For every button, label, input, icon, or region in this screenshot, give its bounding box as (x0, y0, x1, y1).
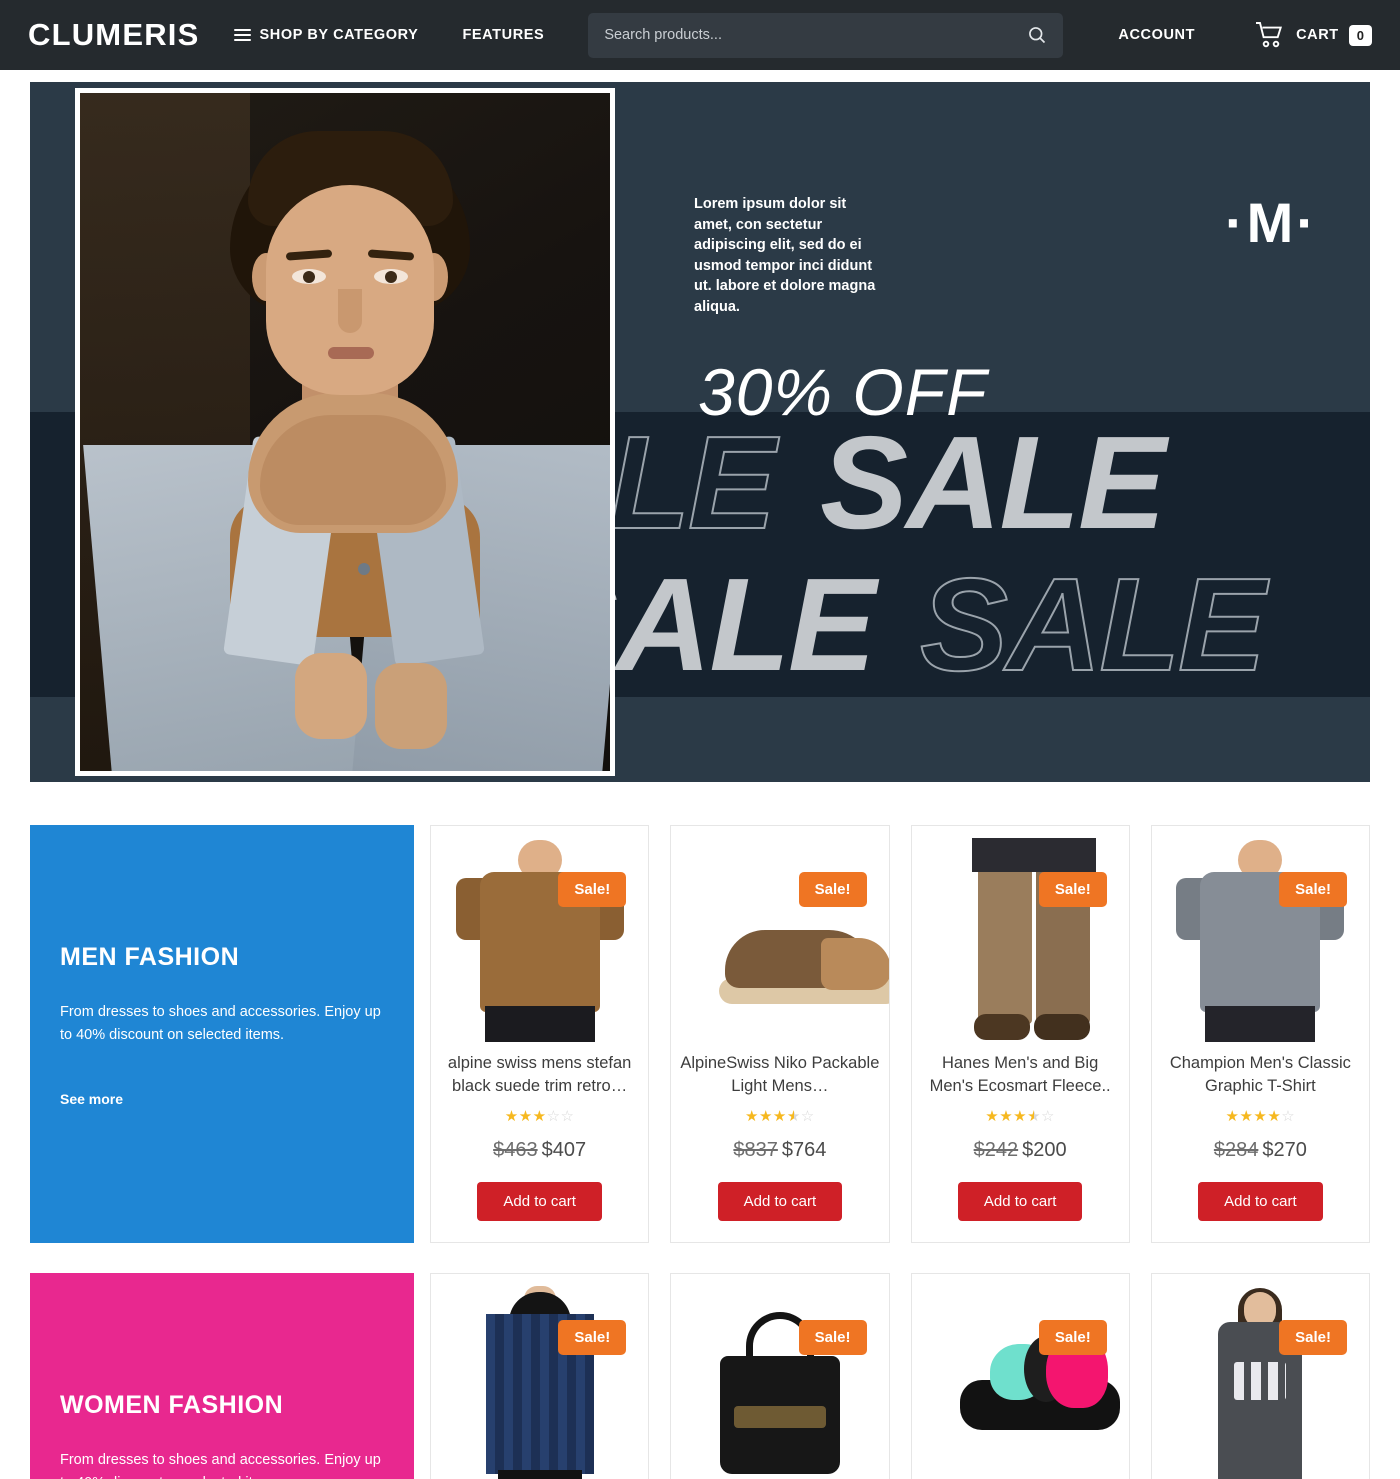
add-to-cart-button[interactable]: Add to cart (717, 1182, 843, 1222)
gray-dress-illustration (1152, 1286, 1369, 1479)
product-thumbnail[interactable]: Sale! (1152, 1286, 1369, 1479)
product-price: $242 $200 (974, 1139, 1067, 1162)
see-more-men[interactable]: See more (60, 1091, 123, 1107)
product-rating: ★★★★☆ (985, 1108, 1055, 1126)
sale-badge[interactable]: Sale! (558, 1320, 627, 1355)
sale-badge[interactable]: Sale! (1038, 872, 1107, 907)
search-box[interactable] (588, 12, 1064, 58)
hamburger-icon (233, 26, 251, 44)
category-title-women: WOMEN FASHION (60, 1391, 284, 1419)
sale-badge[interactable]: Sale! (1038, 1320, 1107, 1355)
product-thumbnail[interactable]: Sale! (671, 1286, 888, 1479)
product-card[interactable]: Sale! (670, 1273, 890, 1479)
account-link[interactable]: ACCOUNT (1118, 27, 1195, 43)
category-desc-men: From dresses to shoes and accessories. E… (60, 1004, 381, 1044)
cargo-pants-illustration (912, 838, 1129, 1042)
hero-discount-headline: 30% OFF (698, 355, 988, 429)
product-thumbnail[interactable]: Sale! (912, 1286, 1129, 1479)
product-thumbnail[interactable]: Sale! (1152, 838, 1369, 1042)
category-row-women: WOMEN FASHION From dresses to shoes and … (30, 1273, 1370, 1479)
product-price: $463 $407 (493, 1139, 586, 1162)
product-old-price: $463 (493, 1139, 538, 1162)
add-to-cart-button[interactable]: Add to cart (957, 1182, 1083, 1222)
product-card[interactable]: Sale! (910, 1273, 1130, 1479)
product-old-price: $242 (973, 1139, 1019, 1162)
cart-label: CART (1296, 27, 1339, 43)
nav-features[interactable]: FEATURES (462, 27, 544, 43)
category-panel-women[interactable]: WOMEN FASHION From dresses to shoes and … (30, 1273, 414, 1479)
sale-word-filled: SALE (820, 412, 1166, 556)
shopping-cart-icon (1256, 22, 1283, 48)
add-to-cart-button[interactable]: Add to cart (477, 1182, 602, 1222)
nav-shop-by-category-label: SHOP BY CATEGORY (259, 27, 419, 43)
black-handbag-illustration (671, 1286, 888, 1479)
product-old-price: $284 (1213, 1139, 1259, 1162)
add-to-cart-button[interactable]: Add to cart (1198, 1182, 1323, 1222)
product-title[interactable]: AlpineSwiss Niko Packable Light Mens… (680, 1052, 880, 1098)
product-card[interactable]: Sale! AlpineSwiss Niko Packable Light Me… (670, 825, 890, 1243)
nav-shop-by-category[interactable]: SHOP BY CATEGORY (233, 26, 419, 44)
search-input[interactable] (604, 27, 1028, 43)
product-old-price: $837 (733, 1139, 778, 1162)
product-card[interactable]: Sale! Champion Men's Classic Graphic T-S… (1150, 825, 1370, 1243)
hero-description: Lorem ipsum dolor sit amet, con sectetur… (694, 196, 876, 315)
search-icon[interactable] (1027, 25, 1047, 45)
product-price: $837 $764 (733, 1139, 826, 1162)
product-thumbnail[interactable]: Sale! (431, 838, 648, 1042)
sale-badge[interactable]: Sale! (558, 872, 627, 907)
product-card[interactable]: Sale! (1150, 1273, 1370, 1479)
product-rating: ★★★★☆ (1225, 1108, 1296, 1126)
product-rating: ★★★☆☆ (504, 1108, 575, 1126)
brand-logo[interactable]: CLUMERIS (28, 17, 200, 53)
product-new-price: $407 (541, 1139, 587, 1162)
nav-features-label: FEATURES (462, 27, 545, 43)
product-card[interactable]: Sale! (430, 1273, 650, 1479)
slip-on-shoe-illustration (671, 838, 889, 1042)
product-new-price: $764 (781, 1139, 827, 1162)
category-title-men: MEN FASHION (60, 943, 240, 971)
product-thumbnail[interactable]: Sale! (912, 838, 1129, 1042)
sale-badge[interactable]: Sale! (1279, 1320, 1347, 1355)
cart-button[interactable]: CART 0 (1255, 21, 1372, 49)
hero-model-photo (75, 88, 615, 776)
sale-badge[interactable]: Sale! (1279, 872, 1347, 907)
product-thumbnail[interactable]: Sale! (671, 838, 889, 1042)
product-title[interactable]: Hanes Men's and Big Men's Ecosmart Fleec… (920, 1052, 1120, 1098)
sale-badge[interactable]: Sale! (798, 872, 867, 907)
sale-badge[interactable]: Sale! (798, 1320, 867, 1355)
product-new-price: $200 (1022, 1139, 1067, 1162)
model-illustration (80, 93, 610, 771)
product-rating: ★★★★☆ (744, 1108, 815, 1126)
cart-count-badge: 0 (1348, 24, 1372, 46)
category-panel-men[interactable]: MEN FASHION From dresses to shoes and ac… (30, 825, 414, 1243)
product-new-price: $270 (1262, 1139, 1307, 1162)
category-desc-women: From dresses to shoes and accessories. E… (60, 1452, 381, 1479)
product-price: $284 $270 (1214, 1139, 1307, 1162)
product-card[interactable]: Sale! Hanes Men's and Big Men's Ecosmart… (910, 825, 1130, 1243)
tshirt-gray-illustration (1152, 838, 1369, 1042)
product-title[interactable]: Champion Men's Classic Graphic T-Shirt (1160, 1052, 1360, 1098)
tshirt-brown-illustration (431, 838, 648, 1042)
plaid-jacket-illustration (431, 1286, 648, 1479)
hero-monogram-logo: ·M· (1225, 191, 1318, 254)
product-title[interactable]: alpine swiss mens stefan black suede tri… (440, 1052, 640, 1098)
category-row-men: MEN FASHION From dresses to shoes and ac… (30, 825, 1370, 1243)
hero-carousel[interactable]: SALE SALE SALE SALE Lorem (30, 82, 1370, 782)
site-header: CLUMERIS SHOP BY CATEGORY FEATURES ACCOU… (0, 0, 1400, 70)
sale-word-outline: SALE (919, 551, 1267, 697)
product-thumbnail[interactable]: Sale! (431, 1286, 648, 1479)
product-card[interactable]: Sale! alpine swiss mens stefan black sue… (430, 825, 650, 1243)
fur-slides-illustration (912, 1286, 1129, 1479)
product-grid-women: Sale! Sale! Sale! Sale! (430, 1273, 1370, 1479)
product-grid-men: Sale! alpine swiss mens stefan black sue… (430, 825, 1370, 1243)
